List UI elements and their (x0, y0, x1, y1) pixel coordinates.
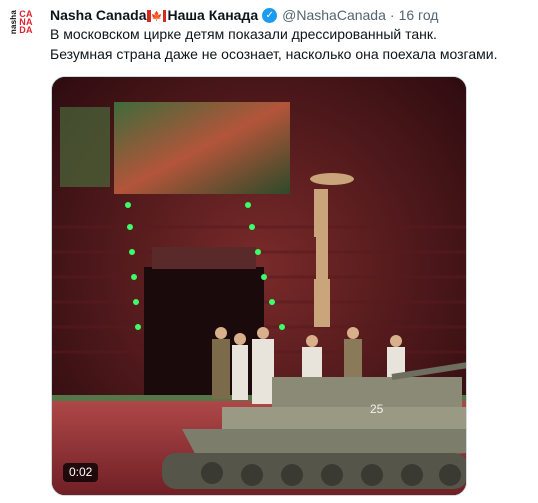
avatar-brand-line: DA (19, 25, 33, 35)
tweet-header: Nasha Canada 🍁 Наша Канада ✓ @NashaCanada … (50, 5, 438, 25)
maple-leaf-glyph: 🍁 (151, 10, 163, 23)
tweet-text-line: В московском цирке детям показали дресси… (50, 26, 437, 42)
video-player[interactable]: 25 0:02 (51, 76, 467, 496)
verified-badge-icon: ✓ (262, 7, 278, 23)
tweet-text-line: Безумная страна даже не осознает, наскол… (50, 46, 498, 62)
canada-flag-icon: 🍁 (147, 10, 167, 23)
video-frame: 25 (52, 77, 466, 495)
video-duration-badge: 0:02 (63, 463, 99, 482)
tweet[interactable]: nasha CA NA DA Nasha Canada 🍁 Наша Канада … (0, 0, 538, 503)
avatar-side-text: nasha (9, 9, 19, 35)
author-name-latin: Nasha Canada (50, 7, 147, 23)
tank-number: 25 (370, 402, 384, 416)
author-name[interactable]: Nasha Canada 🍁 Наша Канада (50, 7, 258, 23)
avatar[interactable]: nasha CA NA DA (6, 4, 36, 40)
author-handle[interactable]: @NashaCanada (282, 7, 386, 23)
tweet-timestamp[interactable]: 16 год (399, 7, 439, 23)
tweet-text: В московском цирке детям показали дресси… (50, 24, 535, 64)
author-name-cyrillic: Наша Канада (167, 7, 259, 23)
avatar-brand: CA NA DA (19, 10, 33, 35)
separator-dot: · (389, 7, 395, 23)
